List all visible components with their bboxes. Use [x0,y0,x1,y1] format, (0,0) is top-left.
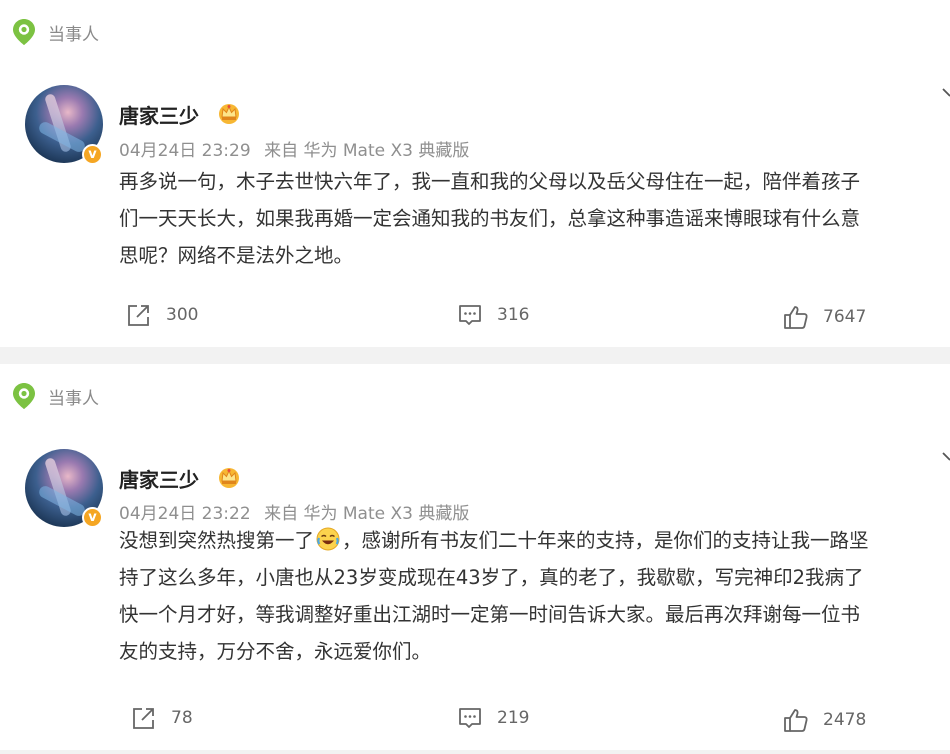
post-meta: 04月24日 23:22 来自 华为 Mate X3 典藏版 [119,499,477,524]
comment-button[interactable]: 316 [457,302,529,328]
weibo-post: 当事人 v 唐家三少 04月24日 23:29 来自 华为 Mate X3 典藏… [0,0,950,347]
comment-button[interactable]: 219 [457,705,529,731]
thumbs-up-icon [784,709,808,732]
post-timestamp[interactable]: 04月24日 23:29 [119,141,251,161]
verified-badge-icon: v [82,144,103,165]
post-text-line: 没想到突然热搜第一了 ，感谢所有书友们二十年来的支持，是你们的支持让我一路坚 [119,522,950,559]
comment-count: 219 [497,708,530,728]
share-icon [128,305,149,326]
share-icon [133,708,154,729]
username[interactable]: 唐家三少 [119,464,199,493]
like-button[interactable]: 7647 [783,304,866,330]
username[interactable]: 唐家三少 [119,100,199,129]
like-count: 2478 [823,710,867,730]
post-text-line: 再多说一句，木子去世快六年了，我一直和我的父母以及岳父母住在一起，陪伴着孩子 [119,170,861,193]
thumbs-up-icon [784,306,808,329]
comment-icon [459,305,481,325]
like-count: 7647 [823,307,867,327]
comment-count: 316 [497,305,530,325]
post-text: 再多说一句，木子去世快六年了，我一直和我的父母以及岳父母住在一起，陪伴着孩子 们… [119,163,950,274]
post-separator [0,750,950,754]
post-text-segment: ，感谢所有书友们二十年来的支持，是你们的支持让我一路坚 [342,529,869,552]
post-text: 没想到突然热搜第一了 ，感谢所有书友们二十年来的支持，是你们的支持让我一路坚 持… [119,522,950,670]
party-tag: 当事人 [12,18,99,46]
verified-badge-icon: v [82,507,103,528]
post-text-line: 们一天天长大，如果我再婚一定会通知我的书友们，总拿这种事造谣来博眼球有什么意 [119,207,861,230]
like-button[interactable]: 2478 [783,707,866,733]
post-text-line: 思呢？网络不是法外之地。 [119,244,354,267]
share-count: 300 [166,305,199,325]
share-button[interactable]: 78 [131,705,193,731]
chevron-down-icon[interactable] [941,450,950,462]
share-button[interactable]: 300 [126,302,198,328]
crown-icon [219,468,239,488]
post-separator [0,347,950,364]
post-text-segment: 没想到突然热搜第一了 [119,529,315,552]
crying-laughing-emoji [316,527,340,551]
tag-label: 当事人 [48,24,99,45]
post-timestamp[interactable]: 04月24日 23:22 [119,504,251,524]
post-text-line: 持了这么多年，小唐也从23岁变成现在43岁了，真的老了，我歇歇，写完神印2我病了 [119,566,864,589]
share-count: 78 [171,708,193,728]
tag-label: 当事人 [48,388,99,409]
location-pin-icon [13,19,35,45]
crown-icon [219,104,239,124]
post-source: 来自 华为 Mate X3 典藏版 [264,504,470,524]
comment-icon [459,708,481,728]
chevron-down-icon[interactable] [941,86,950,98]
post-text-line: 友的支持，万分不舍，永远爱你们。 [119,640,432,663]
weibo-post: 当事人 v 唐家三少 04月24日 23:22 来自 华为 Mate X3 典藏… [0,364,950,754]
party-tag: 当事人 [12,382,99,410]
location-pin-icon [13,383,35,409]
post-text-line: 快一个月才好，等我调整好重出江湖时一定第一时间告诉大家。最后再次拜谢每一位书 [119,603,861,626]
post-source: 来自 华为 Mate X3 典藏版 [264,141,470,161]
post-meta: 04月24日 23:29 来自 华为 Mate X3 典藏版 [119,136,477,161]
